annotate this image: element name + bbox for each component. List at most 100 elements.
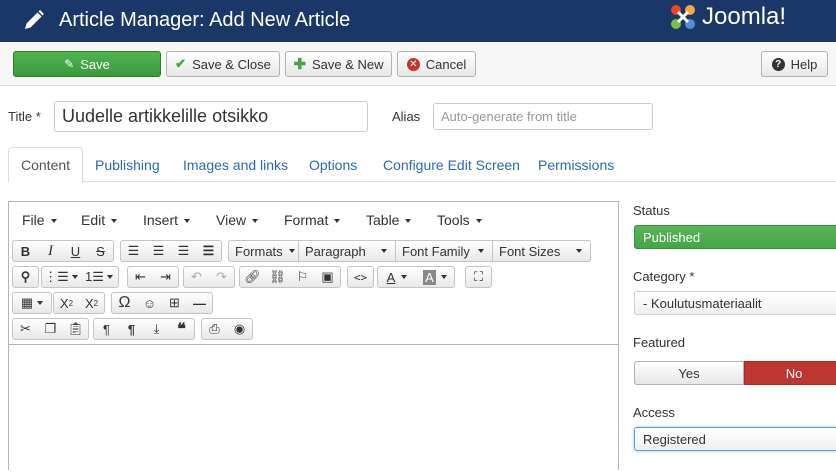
caret-icon	[37, 301, 44, 305]
formats-select[interactable]: Formats	[229, 240, 299, 262]
cancel-icon: ✕	[406, 57, 420, 71]
menu-file[interactable]: File	[22, 212, 57, 228]
outdent-icon[interactable]: ⇤	[128, 266, 153, 288]
fullscreen-icon[interactable]: ⛶	[466, 266, 491, 288]
indent-group: ⇤ ⇥	[127, 266, 179, 288]
tab-permissions[interactable]: Permissions	[538, 147, 614, 182]
menu-edit[interactable]: Edit	[81, 212, 118, 228]
caret-icon	[475, 219, 482, 224]
help-button[interactable]: ? Help	[761, 51, 828, 77]
format-selects-group: Formats Paragraph Font Family Font Sizes	[228, 240, 591, 262]
bg-color-glyph: A	[423, 269, 436, 285]
italic-icon[interactable]: I	[38, 240, 63, 262]
save-label: Save	[80, 56, 110, 72]
menu-format[interactable]: Format	[284, 212, 341, 228]
tab-publishing[interactable]: Publishing	[95, 147, 160, 182]
font-family-select-label: Font Family	[402, 243, 470, 259]
cancel-button[interactable]: ✕ Cancel	[397, 51, 476, 77]
caret-icon	[576, 249, 582, 253]
tab-images-and-links[interactable]: Images and links	[183, 147, 288, 182]
access-label: Access	[633, 405, 675, 420]
blockquote-icon[interactable]: ❝	[169, 318, 194, 340]
text-color-icon[interactable]: A	[378, 266, 416, 288]
caret-icon	[50, 219, 57, 224]
redo-icon[interactable]: ↷	[209, 266, 234, 288]
cut-icon[interactable]: ✂	[13, 318, 38, 340]
plus-icon: ✚	[293, 56, 307, 73]
menu-view[interactable]: View	[216, 212, 259, 228]
menu-table[interactable]: Table	[366, 212, 412, 228]
featured-no-button[interactable]: No	[744, 361, 836, 385]
template-icon[interactable]: ⤓	[144, 318, 169, 340]
background-color-icon[interactable]: A	[416, 266, 454, 288]
align-right-icon[interactable]: ☰	[171, 240, 196, 262]
editor-menubar: File Edit Insert View Format Table Tools	[9, 202, 618, 236]
help-label: Help	[790, 56, 818, 72]
strikethrough-icon[interactable]: S	[88, 240, 113, 262]
emoticon-icon[interactable]: ☺	[137, 292, 162, 314]
menu-tools[interactable]: Tools	[437, 212, 482, 228]
clipboard-group: ✂ ❐ 📋︎	[12, 318, 89, 340]
bookmark-icon[interactable]: ⚐	[290, 266, 315, 288]
bold-icon[interactable]: B	[13, 240, 38, 262]
numbered-list-icon[interactable]: 1☰	[80, 266, 118, 288]
menu-view-label: View	[216, 212, 247, 228]
binoculars-icon[interactable]: ⚲	[13, 266, 38, 288]
menu-format-label: Format	[284, 212, 329, 228]
save-button[interactable]: ✎ Save	[13, 51, 161, 77]
align-left-icon[interactable]: ☰	[121, 240, 146, 262]
status-select[interactable]: Published	[634, 225, 836, 249]
action-toolbar: ✎ Save ✔ Save & Close ✚ Save & New ✕ Can…	[0, 42, 836, 86]
tab-content[interactable]: Content	[8, 147, 84, 183]
align-justify-icon[interactable]: ☰	[196, 240, 221, 262]
paste-icon[interactable]: 📋︎	[63, 318, 88, 340]
save-new-button[interactable]: ✚ Save & New	[285, 51, 392, 77]
category-select[interactable]: - Koulutusmateriaalit	[634, 291, 836, 315]
caret-icon	[405, 219, 412, 224]
show-blocks-icon[interactable]: ¶	[94, 318, 119, 340]
pencil-icon	[25, 10, 44, 29]
link-icon[interactable]: 🔗︎	[240, 266, 265, 288]
unlink-icon[interactable]: ⛓︎	[265, 266, 290, 288]
subscript-icon[interactable]: X2	[54, 292, 79, 314]
caret-icon	[334, 219, 341, 224]
page-title: Article Manager: Add New Article	[59, 9, 351, 31]
paragraph-mark-icon[interactable]: ¶	[119, 318, 144, 340]
title-input[interactable]: Uudelle artikkelille otsikko	[54, 101, 368, 132]
align-center-icon[interactable]: ☰	[146, 240, 171, 262]
save-close-button[interactable]: ✔ Save & Close	[166, 51, 280, 77]
copy-icon[interactable]: ❐	[38, 318, 63, 340]
tab-configure-edit-screen[interactable]: Configure Edit Screen	[383, 147, 520, 182]
font-sizes-select[interactable]: Font Sizes	[493, 240, 590, 262]
tab-options[interactable]: Options	[309, 147, 357, 182]
toolbar-row-4: ✂ ❐ 📋︎ ¶ ¶ ⤓ ❝ ⎙ ◉	[9, 317, 618, 343]
underline-icon[interactable]: U	[63, 240, 88, 262]
bullet-list-icon[interactable]: ⋮☰	[42, 266, 80, 288]
superscript-icon[interactable]: X2	[79, 292, 104, 314]
formats-select-label: Formats	[235, 243, 283, 259]
paragraph-select[interactable]: Paragraph	[299, 240, 396, 262]
print-icon[interactable]: ⎙	[202, 318, 227, 340]
edit-tabs: Content Publishing Images and links Opti…	[8, 147, 836, 183]
image-icon[interactable]: ▣	[315, 266, 340, 288]
text-color-glyph: A	[386, 269, 396, 285]
alias-input[interactable]: Auto-generate from title	[433, 103, 653, 130]
code-icon[interactable]: <>	[348, 266, 373, 288]
access-select[interactable]: Registered	[634, 427, 836, 451]
omega-icon[interactable]: Ω	[112, 292, 137, 314]
preview-icon[interactable]: ◉	[227, 318, 252, 340]
font-family-select[interactable]: Font Family	[396, 240, 493, 262]
menu-insert-label: Insert	[143, 212, 179, 228]
table-group: ▦	[12, 292, 52, 314]
media-icon[interactable]: ⊞	[162, 292, 187, 314]
menu-tools-label: Tools	[437, 212, 470, 228]
undo-icon[interactable]: ↶	[184, 266, 209, 288]
editor-content-area[interactable]	[9, 344, 618, 472]
horizontal-rule-icon[interactable]: —	[187, 292, 212, 314]
featured-yes-button[interactable]: Yes	[634, 361, 744, 385]
caret-icon	[111, 219, 118, 224]
menu-edit-label: Edit	[81, 212, 106, 228]
indent-icon[interactable]: ⇥	[153, 266, 178, 288]
menu-insert[interactable]: Insert	[143, 212, 191, 228]
table-icon[interactable]: ▦	[13, 292, 51, 314]
